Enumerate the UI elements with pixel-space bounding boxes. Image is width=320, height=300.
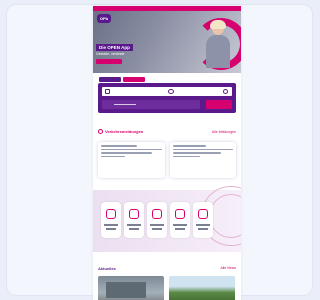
news-all-link[interactable]: Alle News — [220, 266, 236, 271]
traffic-card[interactable] — [169, 142, 236, 179]
contact-icon — [198, 209, 208, 219]
hero-cta-button[interactable] — [96, 59, 122, 64]
news-header: Aktuelles Alle News — [98, 266, 236, 271]
top-notice-strip[interactable] — [93, 6, 241, 11]
traffic-all-link[interactable]: Alle Meldungen — [212, 130, 236, 134]
service-tile[interactable] — [124, 202, 144, 238]
traffic-section: Verkehrsmeldungen Alle Meldungen — [98, 129, 236, 179]
swap-icon[interactable] — [168, 89, 174, 94]
news-title: Aktuelles — [98, 266, 116, 271]
origin-icon — [105, 89, 110, 94]
webpage-preview: OPb Die OPEN App Gestalte, verbinde Verk… — [93, 6, 241, 300]
services-section — [93, 186, 241, 252]
hero-banner: OPb Die OPEN App Gestalte, verbinde — [93, 6, 241, 73]
hero-subtitle: Gestalte, verbinde — [96, 52, 125, 56]
news-card-image[interactable] — [169, 276, 235, 300]
location-icon[interactable] — [223, 89, 228, 94]
news-card-image[interactable] — [98, 276, 164, 300]
hero-person-image — [205, 20, 231, 68]
brand-logo[interactable]: OPb — [97, 14, 111, 23]
route-input[interactable] — [102, 87, 232, 96]
tab-departures[interactable] — [123, 77, 145, 82]
traffic-card[interactable] — [98, 142, 165, 179]
date-time-field[interactable] — [102, 100, 200, 109]
bike-ride-icon — [129, 209, 139, 219]
tab-connections[interactable] — [99, 77, 121, 82]
network-map-icon — [175, 209, 185, 219]
tickets-icon — [106, 209, 116, 219]
service-tile[interactable] — [193, 202, 213, 238]
hero-title: Die OPEN App — [96, 44, 133, 51]
search-button[interactable] — [206, 100, 232, 109]
document-icon — [152, 209, 162, 219]
warning-icon — [98, 129, 103, 135]
traffic-title: Verkehrsmeldungen — [105, 129, 144, 134]
journey-search-panel — [98, 83, 236, 113]
service-tile[interactable] — [170, 202, 190, 238]
service-tile[interactable] — [147, 202, 167, 238]
service-tile[interactable] — [101, 202, 121, 238]
search-tabs — [99, 77, 145, 82]
